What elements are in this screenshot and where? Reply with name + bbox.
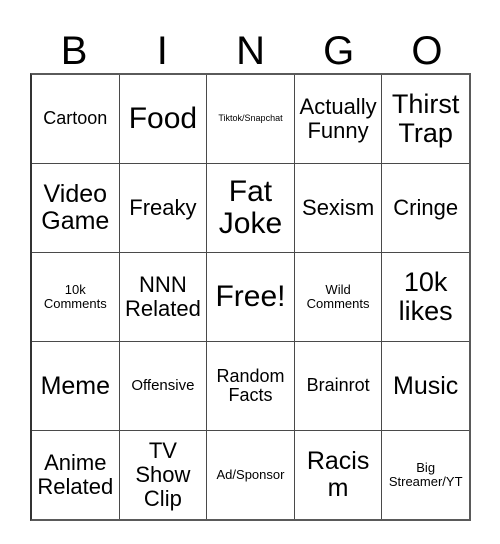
bingo-cell[interactable]: Thirst Trap [381,75,469,163]
bingo-cell[interactable]: Video Game [32,164,119,252]
bingo-cell[interactable]: 10k Comments [32,253,119,341]
bingo-cell[interactable]: Meme [32,342,119,430]
bingo-header-letter-n: N [236,29,265,73]
bingo-row: 10k Comments NNN Related Free! Wild Comment… [32,252,469,341]
bingo-header-letter-o: O [411,29,443,73]
bingo-cell[interactable]: Wild Comments [293,253,382,341]
bingo-header-letter-i: I [156,29,168,73]
bingo-cell[interactable]: Racism [293,431,382,519]
bingo-cell[interactable]: Cartoon [32,75,119,163]
bingo-card: B I N G O Cartoon Food Tiktok/Snapchat Actually… [30,14,471,521]
bingo-cell[interactable]: Fat Joke [206,164,294,252]
bingo-cell[interactable]: Brainrot [293,342,382,430]
bingo-cell[interactable]: TV Show Clip [118,431,207,519]
bingo-row: Meme Offensive Random Facts Brainrot Music [32,341,469,430]
bingo-grid: Cartoon Food Tiktok/Snapchat Actually Funny… [30,73,471,521]
bingo-cell[interactable]: Anime Related [32,431,119,519]
bingo-cell[interactable]: 10k likes [381,253,469,341]
bingo-cell[interactable]: Cringe [381,164,469,252]
bingo-cell[interactable]: Freaky [118,164,207,252]
bingo-header-letter-b: B [60,29,88,73]
bingo-cell[interactable]: Music [381,342,469,430]
bingo-cell[interactable]: Tiktok/Snapchat [206,75,294,163]
bingo-cell[interactable]: Food [118,75,207,163]
bingo-header-letter-g: G [323,29,355,73]
bingo-cell[interactable]: Random Facts [206,342,294,430]
bingo-cell[interactable]: Actually Funny [293,75,382,163]
bingo-cell[interactable]: Big Streamer/YT [381,431,469,519]
bingo-header: BINGO [30,14,471,73]
bingo-row: Video Game Freaky Fat Joke Sexism Cringe [32,163,469,252]
bingo-cell[interactable]: Ad/Sponsor [206,431,294,519]
bingo-row: Cartoon Food Tiktok/Snapchat Actually Funny… [32,75,469,163]
bingo-row: Anime Related TV Show Clip Ad/Sponsor Racis… [32,430,469,519]
bingo-free-space[interactable]: Free! [206,253,294,341]
bingo-cell[interactable]: Sexism [293,164,382,252]
bingo-cell[interactable]: NNN Related [118,253,207,341]
bingo-cell[interactable]: Offensive [118,342,207,430]
